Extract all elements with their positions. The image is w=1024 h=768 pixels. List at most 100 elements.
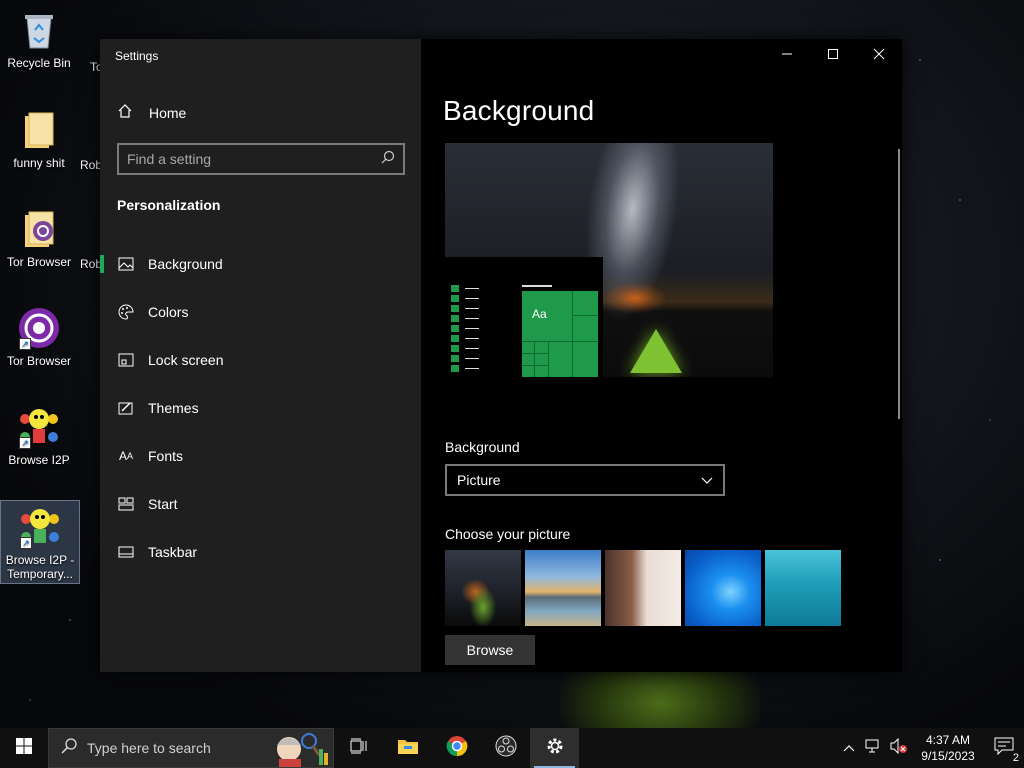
thumbnail-underwater-swimmer[interactable] [765, 550, 841, 626]
browse-button[interactable]: Browse [445, 635, 535, 665]
shortcut-arrow-icon: ↗ [20, 537, 32, 549]
background-type-dropdown[interactable]: Picture [445, 464, 725, 496]
nav-item-label: Taskbar [148, 544, 198, 560]
start-layout-icon [117, 495, 135, 513]
notification-icon: 2 [994, 737, 1020, 764]
recycle-bin-icon [17, 8, 61, 52]
task-view-button[interactable] [334, 728, 383, 768]
window-title: Settings [115, 49, 159, 63]
close-button[interactable] [856, 39, 902, 71]
background-preview: Aa [445, 143, 773, 377]
picture-icon [117, 255, 135, 273]
shortcut-arrow-icon: ↗ [19, 437, 31, 449]
folder-icon [17, 108, 61, 152]
nav-item-fonts[interactable]: AA Fonts [100, 432, 421, 480]
choose-picture-label: Choose your picture [445, 526, 571, 542]
preview-tent [630, 329, 682, 373]
nav-item-colors[interactable]: Colors [100, 288, 421, 336]
chevron-up-icon [843, 739, 855, 757]
desktop-icon-recycle-bin[interactable]: Recycle Bin [0, 8, 78, 70]
settings-sidebar: Settings Home Find a setting Personaliza… [100, 39, 421, 672]
i2p-icon: ↗ [17, 405, 61, 449]
preview-line [522, 285, 552, 287]
i2p-icon: ↗ [18, 505, 62, 549]
search-icon [61, 737, 77, 759]
obs-button[interactable] [481, 728, 530, 768]
chrome-button[interactable] [432, 728, 481, 768]
thumbnail-windows-blue[interactable] [685, 550, 761, 626]
search-highlight-icon [265, 731, 329, 768]
taskbar: Type here to search 4:37 AM 9/15/2023 2 [0, 728, 1024, 768]
tor-folder-icon [17, 207, 61, 251]
start-button[interactable] [0, 728, 48, 768]
taskbar-search-box[interactable]: Type here to search [48, 728, 334, 768]
notification-count-badge: 2 [1011, 751, 1020, 764]
volume-muted-icon [890, 737, 908, 759]
thumbnail-beach-sunset[interactable] [525, 550, 601, 626]
nav-item-label: Colors [148, 304, 189, 320]
nav-home-label: Home [149, 104, 187, 121]
taskbar-clock[interactable]: 4:37 AM 9/15/2023 [912, 732, 984, 764]
settings-content: Background Aa Background Picture Choose … [421, 39, 902, 672]
desktop-icon-tor-browser-folder[interactable]: Tor Browser [0, 207, 78, 269]
network-button[interactable] [860, 728, 886, 768]
nav-item-taskbar[interactable]: Taskbar [100, 528, 421, 576]
windows-logo-icon [16, 737, 32, 759]
action-center-button[interactable]: 2 [984, 728, 1024, 768]
nav-home[interactable]: Home [117, 103, 186, 122]
desktop-icon-partial-3[interactable]: Rob [80, 257, 102, 271]
nav-item-label: Start [148, 496, 178, 512]
nav-item-label: Lock screen [148, 352, 224, 368]
scrollbar[interactable] [898, 149, 900, 419]
nav-item-background[interactable]: Background [100, 240, 421, 288]
preview-tile-text: Aa [532, 307, 547, 321]
preview-horizon-glow [605, 283, 665, 313]
nav-item-label: Themes [148, 400, 199, 416]
palette-icon [117, 303, 135, 321]
caption-buttons [764, 39, 902, 71]
maximize-icon [827, 47, 839, 63]
desktop-icon-browse-i2p[interactable]: ↗ Browse I2P [0, 405, 78, 467]
nav-item-lock-screen[interactable]: Lock screen [100, 336, 421, 384]
search-icon [381, 150, 395, 169]
desktop-icon-funny-shit[interactable]: funny shit [0, 108, 78, 170]
clock-date: 9/15/2023 [921, 749, 975, 763]
maximize-button[interactable] [810, 39, 856, 71]
preview-tiles: Aa [522, 291, 598, 377]
picture-thumbnails [445, 550, 841, 626]
settings-icon [545, 736, 565, 761]
tor-browser-icon: ↗ [17, 306, 61, 350]
thumbnail-night-sky-tent[interactable] [445, 550, 521, 626]
minimize-button[interactable] [764, 39, 810, 71]
settings-window: Settings Home Find a setting Personaliza… [100, 39, 902, 672]
nav-item-label: Background [148, 256, 223, 272]
lock-screen-icon [117, 351, 135, 369]
find-setting-input[interactable]: Find a setting [117, 143, 405, 175]
settings-taskbar-button[interactable] [530, 728, 579, 768]
file-explorer-button[interactable] [383, 728, 432, 768]
desktop-icon-partial-1[interactable]: To [78, 8, 102, 74]
shortcut-arrow-icon: ↗ [19, 338, 31, 350]
preview-start-menu-mock: Aa [445, 257, 603, 377]
desktop-icon-tor-browser[interactable]: ↗ Tor Browser [0, 306, 78, 368]
nav-item-themes[interactable]: Themes [100, 384, 421, 432]
preview-app-list [451, 285, 481, 375]
thumbnail-anime-characters[interactable] [605, 550, 681, 626]
themes-icon [117, 399, 135, 417]
clock-time: 4:37 AM [925, 733, 971, 747]
chrome-icon [446, 735, 468, 762]
background-dropdown-label: Background [445, 439, 520, 455]
task-view-icon [350, 738, 368, 759]
find-setting-placeholder: Find a setting [127, 151, 212, 167]
volume-button[interactable] [886, 728, 912, 768]
nav-item-start[interactable]: Start [100, 480, 421, 528]
fonts-icon: AA [118, 449, 134, 463]
show-hidden-icons-button[interactable] [838, 728, 860, 768]
taskbar-icon [117, 543, 135, 561]
file-explorer-icon [397, 737, 419, 760]
desktop-icon-partial-2[interactable]: Rob [80, 158, 102, 172]
nav-item-label: Fonts [148, 448, 184, 464]
personalization-nav: Background Colors Lock screen Themes AA … [100, 240, 421, 576]
desktop-icon-browse-i2p-temporary[interactable]: ↗ Browse I2P - Temporary... [0, 500, 80, 584]
chevron-down-icon [701, 472, 713, 488]
